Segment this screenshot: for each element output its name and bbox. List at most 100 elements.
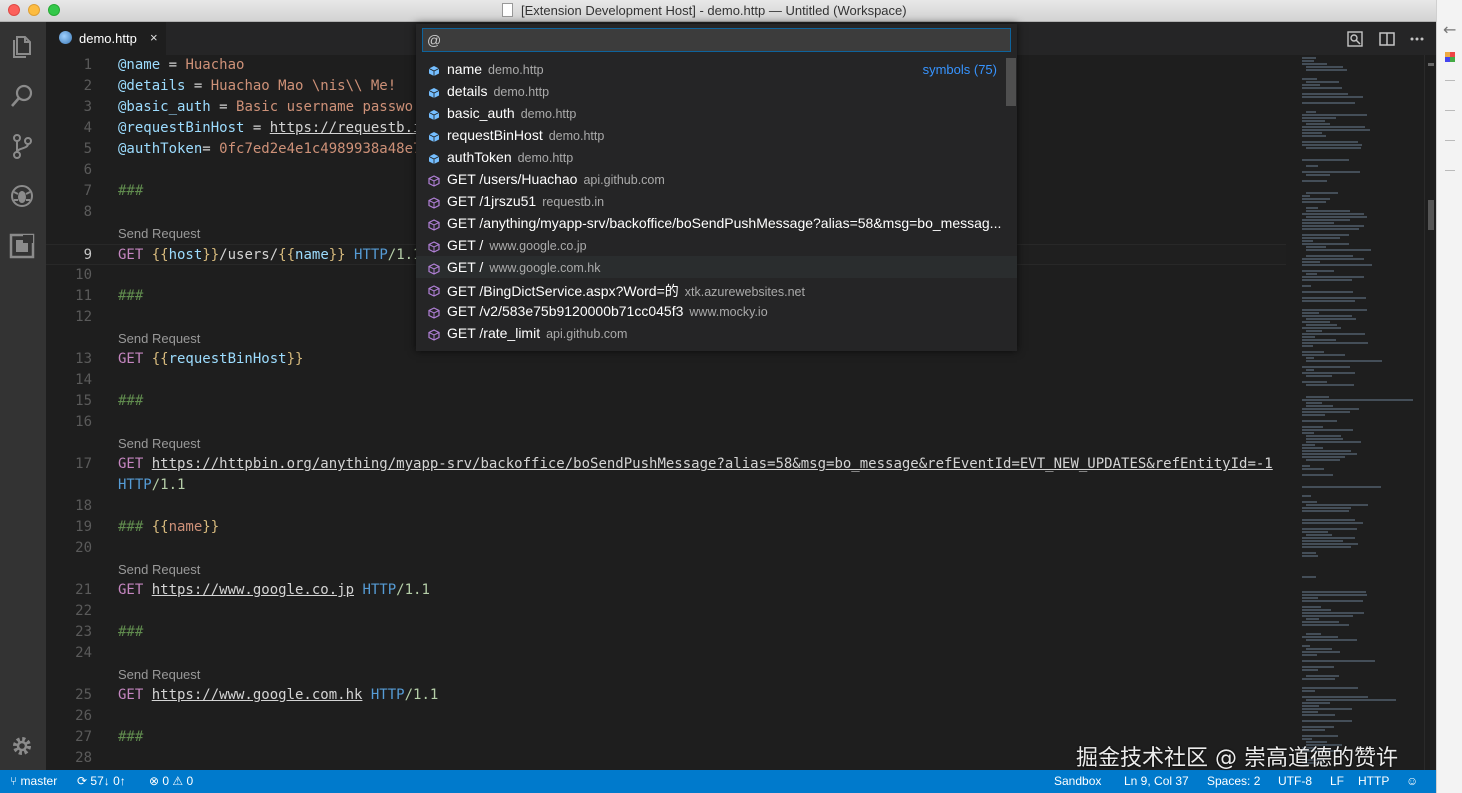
http-file-icon (59, 31, 72, 44)
quick-open-item[interactable]: GET /v2/583e75b9120000b71cc045f3 www.mock… (416, 300, 1017, 322)
end-of-line[interactable]: LF (1330, 774, 1344, 788)
code-text[interactable]: ### {{name}} (118, 517, 219, 538)
code-text[interactable]: ### (118, 286, 143, 307)
code-text[interactable]: GET https://httpbin.org/anything/myapp-s… (118, 454, 1273, 475)
minimap[interactable] (1302, 55, 1424, 770)
minimap-line (1306, 147, 1361, 149)
close-window-button[interactable] (8, 4, 20, 16)
variable-symbol-icon (428, 84, 440, 98)
indentation[interactable]: Spaces: 2 (1207, 774, 1260, 788)
line-number: 1 (83, 57, 92, 73)
git-sync[interactable]: ⟳ 57↓ 0↑ (77, 774, 126, 788)
zoom-window-button[interactable] (48, 4, 60, 16)
code-text[interactable]: ### (118, 181, 143, 202)
code-line: 23 ### (46, 622, 1286, 643)
minimap-line (1302, 345, 1313, 347)
quick-open-scrollbar[interactable] (1006, 58, 1016, 106)
minimap-line (1306, 216, 1367, 218)
minimap-line (1302, 537, 1355, 539)
send-request-codelens[interactable]: Send Request (118, 559, 200, 580)
quick-open-item-label: GET / www.google.co.jp (447, 237, 587, 253)
quick-open-item[interactable]: GET /anything/myapp-srv/backoffice/boSen… (416, 212, 1017, 234)
line-number: 22 (75, 603, 92, 619)
problems-indicator[interactable]: ⊗ 0 ⚠ 0 (149, 774, 193, 788)
git-branch[interactable]: ⑂ master (10, 774, 57, 788)
item-description: api.github.com (546, 327, 628, 341)
files-icon[interactable] (8, 32, 36, 60)
code-text[interactable]: GET {{host}}/users/{{name}} HTTP/1.1 (118, 245, 421, 266)
code-token: /users/ (219, 247, 279, 263)
minimap-line (1302, 660, 1375, 662)
minimap-line (1302, 621, 1339, 623)
code-text[interactable]: HTTP/1.1 (118, 475, 185, 496)
code-text[interactable]: @authToken= 0fc7ed2e4e1c4989938a48e7 (118, 139, 421, 160)
code-line: 24 (46, 643, 1286, 664)
code-token: ### (118, 624, 144, 640)
code-text[interactable]: @basic_auth = Basic username passwo (118, 97, 413, 118)
tab-demo-http[interactable]: demo.http × (46, 22, 166, 55)
quick-open-item[interactable]: authToken demo.http (416, 146, 1017, 168)
code-token: HTTP (118, 477, 152, 493)
code-text[interactable]: GET https://www.google.co.jp HTTP/1.1 (118, 580, 430, 601)
minimap-line (1302, 333, 1365, 335)
code-text[interactable]: @name = Huachao (118, 55, 244, 76)
code-token: Basic username passwo (236, 99, 414, 115)
quick-open-input[interactable]: @ (422, 28, 1011, 52)
line-number: 27 (75, 729, 92, 745)
minimap-line (1302, 57, 1316, 59)
quick-open-item[interactable]: details demo.http (416, 80, 1017, 102)
extensions-icon[interactable] (8, 232, 36, 260)
code-text[interactable]: ### (118, 622, 143, 643)
cursor-position[interactable]: Ln 9, Col 37 (1124, 774, 1189, 788)
quick-open-item[interactable]: GET / www.google.co.jp (416, 234, 1017, 256)
quick-open-item[interactable]: GET /rate_limit api.github.com (416, 322, 1017, 344)
code-text[interactable]: ### (118, 391, 143, 412)
send-request-codelens[interactable]: Send Request (118, 223, 200, 244)
quick-open-item[interactable]: requestBinHost demo.http (416, 124, 1017, 146)
split-editor-icon[interactable] (1378, 30, 1396, 48)
code-token: GET (118, 247, 152, 263)
minimap-line (1302, 720, 1352, 722)
minimap-line (1302, 576, 1316, 578)
sync-icon: ⟳ (77, 774, 91, 788)
editor-scrollbar[interactable] (1424, 55, 1436, 770)
close-tab-icon[interactable]: × (150, 30, 158, 45)
line-number: 2 (83, 78, 92, 94)
quick-open-item-label: details demo.http (447, 83, 549, 99)
more-actions-icon[interactable] (1408, 30, 1426, 48)
code-token: = (202, 141, 220, 157)
send-request-codelens[interactable]: Send Request (118, 664, 200, 685)
code-text[interactable]: @details = Huachao Mao \nis\\ Me! (118, 76, 396, 97)
code-token: /1.1 (396, 582, 430, 598)
quick-open-item[interactable]: GET / www.google.com.hk (416, 256, 1017, 278)
code-line: HTTP/1.1 (46, 475, 1286, 496)
code-text[interactable]: GET {{requestBinHost}} (118, 349, 303, 370)
send-request-codelens[interactable]: Send Request (118, 328, 200, 349)
minimap-line (1306, 699, 1396, 701)
gear-icon[interactable] (8, 732, 36, 760)
source-control-icon[interactable] (8, 132, 36, 160)
code-text[interactable]: ### (118, 727, 143, 748)
minimize-window-button[interactable] (28, 4, 40, 16)
code-text[interactable]: GET https://www.google.com.hk HTTP/1.1 (118, 685, 438, 706)
sandbox-label[interactable]: Sandbox (1054, 774, 1101, 788)
code-text[interactable]: @requestBinHost = https://requestb.i (118, 118, 421, 139)
debug-icon[interactable] (8, 182, 36, 210)
encoding[interactable]: UTF-8 (1278, 774, 1312, 788)
quick-open-item[interactable]: GET /1jrszu51 requestb.in (416, 190, 1017, 212)
minimap-line (1302, 474, 1333, 476)
open-preview-icon[interactable] (1346, 30, 1364, 48)
quick-open-item[interactable]: GET /users/Huachao api.github.com (416, 168, 1017, 190)
code-token: requestBinHost (168, 351, 287, 367)
minimap-line (1302, 234, 1349, 236)
send-request-codelens[interactable]: Send Request (118, 433, 200, 454)
quick-open-item[interactable]: basic_auth demo.http (416, 102, 1017, 124)
quick-open-item[interactable]: GET /BingDictService.aspx?Word=的 xtk.azur… (416, 278, 1017, 300)
minimap-line (1302, 669, 1318, 671)
feedback-smiley-icon[interactable]: ☺ (1406, 774, 1418, 788)
quick-open-item[interactable]: name demo.http symbols (75) (416, 58, 1017, 80)
code-line: 20 (46, 538, 1286, 559)
language-mode[interactable]: HTTP (1358, 774, 1389, 788)
search-icon[interactable] (8, 82, 36, 110)
